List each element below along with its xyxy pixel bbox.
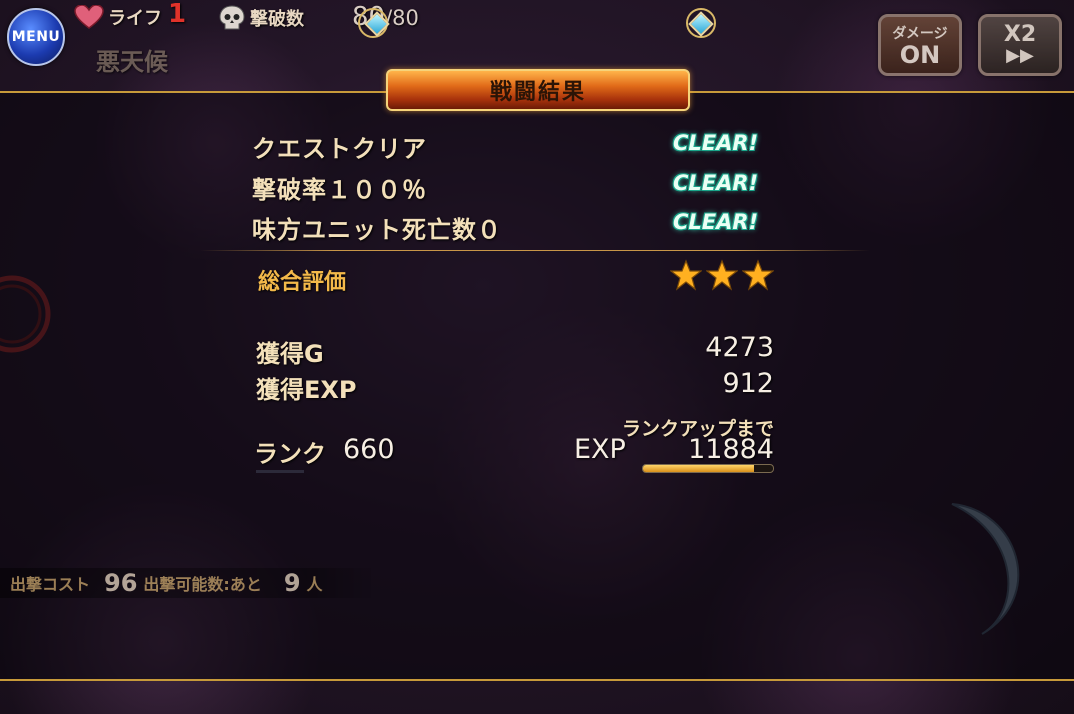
kills-label: 撃破数 [250, 9, 304, 30]
kill-counter: 撃破数 [218, 4, 304, 32]
life-label: ライフ [108, 8, 162, 29]
star-icon [670, 259, 702, 291]
condition-status-quest-clear: CLEAR! [673, 131, 759, 155]
gold-earned-label: 獲得G [256, 340, 324, 368]
damage-toggle-label: ダメージ [892, 26, 948, 42]
menu-button-label: MENU [11, 29, 61, 45]
damage-display-toggle[interactable]: ダメージ ON [878, 14, 962, 76]
rank-underline [256, 470, 304, 473]
rating-stars [670, 259, 774, 291]
divider [200, 250, 870, 251]
rankup-progress-bar [642, 464, 774, 473]
rankup-exp-value: 11884 [688, 434, 774, 465]
deploy-status-bar: 出撃コスト 96 出撃可能数:あと 9 人 [0, 568, 372, 598]
condition-label-quest-clear: クエストクリア [252, 135, 427, 163]
overall-rating-label: 総合評価 [258, 270, 347, 295]
condition-label-no-deaths: 味方ユニット死亡数０ [252, 216, 502, 244]
fast-forward-icon: ▶▶ [1006, 45, 1034, 66]
speed-multiplier-label: X2 [1003, 22, 1037, 47]
star-icon [706, 259, 738, 291]
deploy-remaining-value: 9 [283, 569, 301, 597]
skull-icon [219, 5, 245, 30]
deploy-remaining-unit: 人 [306, 575, 323, 594]
kills-total: /80 [385, 6, 419, 30]
weather-status: 悪天候 [96, 48, 168, 76]
speed-toggle-button[interactable]: X2 ▶▶ [978, 14, 1062, 76]
heart-icon [74, 5, 104, 29]
deploy-cost-value: 96 [104, 569, 138, 597]
rankup-exp-label: EXP [574, 434, 626, 465]
result-title: 戦闘結果 [386, 69, 690, 111]
life-value: 1 [168, 0, 187, 29]
life-counter: ライフ 1 [74, 0, 186, 30]
exp-earned-value: 912 [722, 368, 774, 399]
rank-label: ランク [254, 440, 326, 468]
result-title-plate: 戦闘結果 [362, 67, 714, 113]
star-icon [742, 259, 774, 291]
rank-value: 660 [343, 434, 395, 465]
exp-earned-label: 獲得EXP [256, 376, 357, 404]
deploy-remaining-label: 出撃可能数:あと [143, 575, 262, 594]
damage-toggle-state: ON [899, 41, 941, 69]
condition-status-kill-rate: CLEAR! [673, 171, 759, 195]
condition-status-no-deaths: CLEAR! [673, 210, 759, 234]
menu-button[interactable]: MENU [7, 8, 65, 66]
deploy-cost-label: 出撃コスト [10, 575, 91, 594]
rankup-progress-fill [643, 465, 754, 472]
gold-earned-value: 4273 [705, 332, 774, 363]
condition-label-kill-rate: 撃破率１００％ [252, 176, 427, 204]
